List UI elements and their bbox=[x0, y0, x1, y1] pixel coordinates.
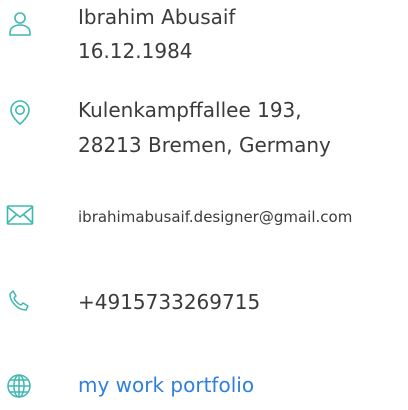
full-name: Ibrahim Abusaif bbox=[78, 5, 236, 29]
phone-icon bbox=[6, 288, 32, 314]
address-line-1: Kulenkampffallee 193, bbox=[78, 98, 302, 122]
portfolio-link[interactable]: my work portfolio bbox=[78, 370, 254, 400]
globe-icon bbox=[6, 373, 32, 399]
phone-number[interactable]: +4915733269715 bbox=[78, 287, 260, 317]
person-icon bbox=[6, 10, 34, 38]
email-link[interactable]: ibrahimabusaif.designer@gmail.com bbox=[78, 207, 352, 227]
birth-date: 16.12.1984 bbox=[78, 39, 193, 63]
address-line-2: 28213 Bremen, Germany bbox=[78, 133, 331, 157]
envelope-icon bbox=[6, 204, 34, 226]
location-pin-icon bbox=[6, 98, 34, 126]
